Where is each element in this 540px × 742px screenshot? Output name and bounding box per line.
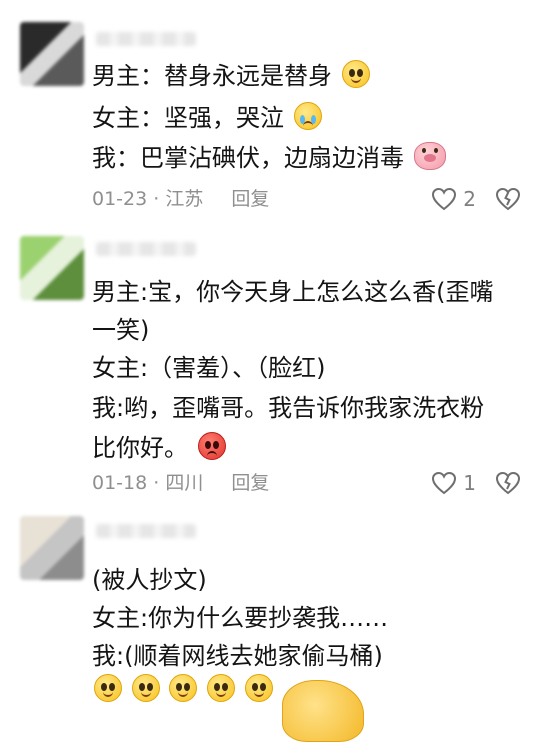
comment-location: 江苏 <box>165 188 204 210</box>
comment-line: 我：巴掌沾碘伏，边扇边消毒 <box>92 140 516 176</box>
broken-heart-icon <box>495 471 521 495</box>
reply-button[interactable]: 回复 <box>231 472 269 494</box>
dislike-button[interactable] <box>494 469 522 497</box>
comment-line: 男主:宝，你今天身上怎么这么香(歪嘴 <box>92 278 494 306</box>
comment-date: 01-23 <box>92 188 148 210</box>
comment-line: 比你好。 <box>92 430 516 466</box>
meta-separator: · <box>153 472 166 494</box>
comment-line: 女主：坚强，哭泣 <box>92 100 516 136</box>
comment-meta: 01-18 · 四川 回复 <box>92 470 269 496</box>
angry-face-emoji <box>197 432 226 460</box>
like-button[interactable]: 2 <box>431 185 476 213</box>
like-button[interactable]: 1 <box>431 469 476 497</box>
broken-heart-icon <box>495 187 521 211</box>
username[interactable] <box>96 242 196 256</box>
heart-outline-icon <box>432 471 457 495</box>
username[interactable] <box>96 32 196 46</box>
comment-location: 四川 <box>165 472 204 494</box>
pig-face-emoji <box>413 142 446 170</box>
comment-item: 男主:宝，你今天身上怎么这么香(歪嘴 一笑) 女主:（害羞）、（脸红) 我:哟，… <box>0 230 540 500</box>
crying-face-emoji <box>293 102 322 130</box>
smiling-face-emoji <box>94 674 122 702</box>
avatar[interactable] <box>20 22 84 86</box>
comment-date: 01-18 <box>92 472 148 494</box>
comment-line: 女主:（害羞）、（脸红) <box>92 354 326 382</box>
reply-button[interactable]: 回复 <box>231 188 269 210</box>
meta-separator: · <box>153 188 166 210</box>
avatar[interactable] <box>20 516 84 580</box>
smiling-face-emoji <box>206 674 235 702</box>
username[interactable] <box>96 524 196 538</box>
comment-line: 我:哟，歪嘴哥。我告诉你我家洗衣粉 <box>92 394 485 422</box>
comment-line: 男主：替身永远是替身 <box>92 58 516 94</box>
smiling-face-emoji <box>131 674 160 702</box>
avatar[interactable] <box>20 236 84 300</box>
like-count: 1 <box>463 471 476 495</box>
comment-item: 男主：替身永远是替身 女主：坚强，哭泣 我：巴掌沾碘伏，边扇边消毒 01-23 … <box>0 0 540 230</box>
comment-line: 女主:你为什么要抄袭我…… <box>92 604 389 632</box>
like-count: 2 <box>463 187 476 211</box>
smiling-face-emoji <box>169 674 198 702</box>
smiling-face-emoji <box>244 674 273 702</box>
comment-line: 一笑) <box>92 316 150 344</box>
comment-item: (被人抄文) 女主:你为什么要抄袭我…… 我:(顺着网线去她家偷马桶) <box>0 510 540 742</box>
heart-outline-icon <box>432 187 457 211</box>
comment-meta: 01-23 · 江苏 回复 <box>92 186 269 212</box>
comment-line: 我:(顺着网线去她家偷马桶) <box>92 642 383 670</box>
comment-line: (被人抄文) <box>92 566 207 594</box>
dislike-button[interactable] <box>494 185 522 213</box>
smiling-face-emoji <box>341 60 370 88</box>
